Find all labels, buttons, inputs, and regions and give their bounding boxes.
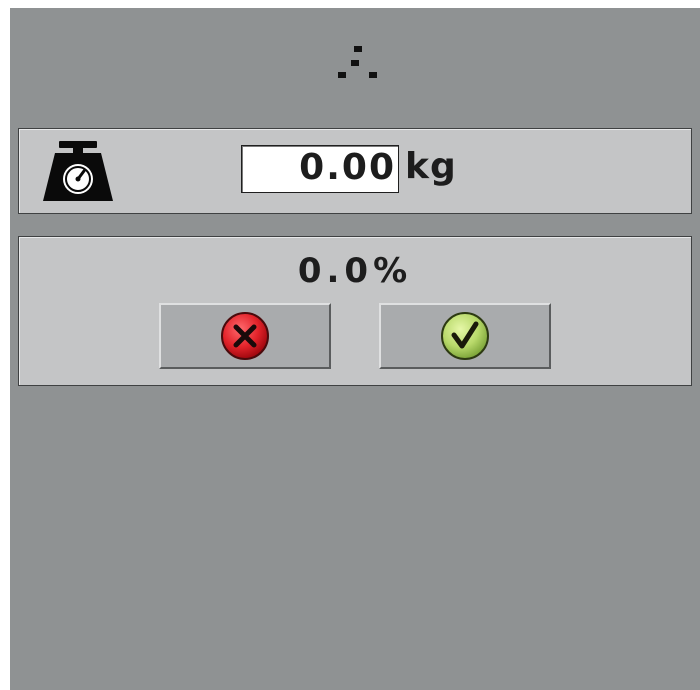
percent-panel: 0.0%: [18, 236, 692, 386]
confirm-button[interactable]: [379, 303, 551, 369]
cancel-button[interactable]: [159, 303, 331, 369]
weighing-scale-icon: [43, 141, 113, 201]
percent-value: 0.0%: [297, 251, 413, 291]
cancel-x-icon: [221, 312, 269, 360]
weight-panel: 0.00 kg: [18, 128, 692, 214]
loading-dots-icon: [338, 46, 377, 78]
confirm-check-icon: [441, 312, 489, 360]
screen: 0.00 kg 0.0%: [10, 8, 700, 690]
weight-value-field[interactable]: 0.00: [241, 145, 399, 193]
weight-unit-label: kg: [405, 146, 457, 187]
